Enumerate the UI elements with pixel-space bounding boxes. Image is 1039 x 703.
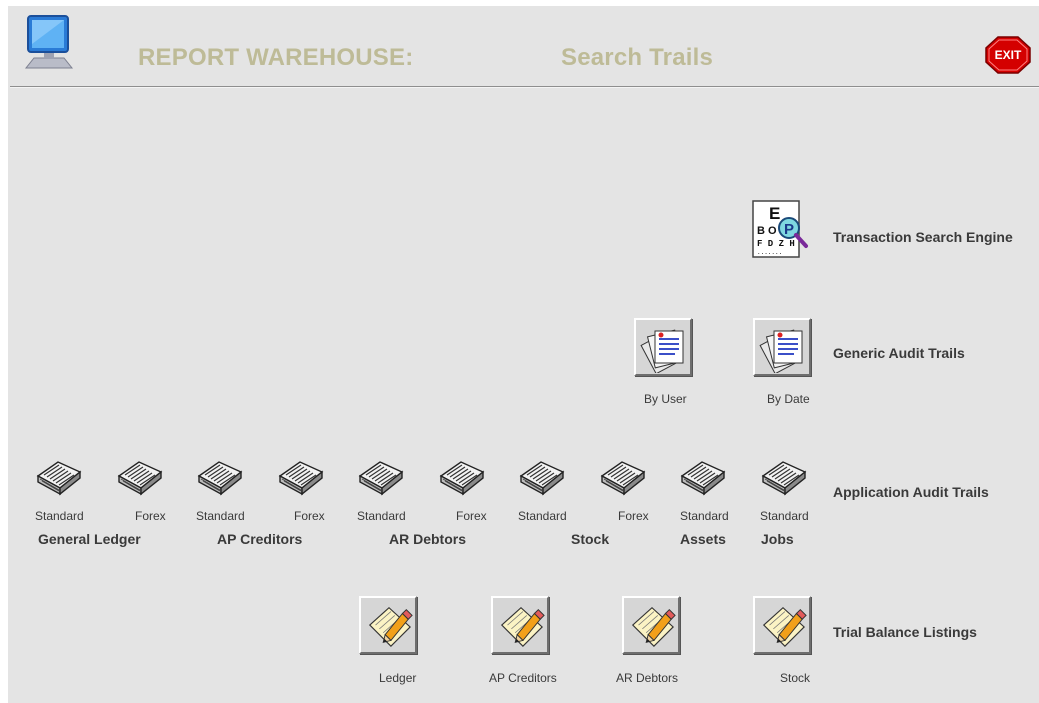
newspaper-icon — [520, 461, 564, 495]
by-date-label: By Date — [767, 392, 810, 406]
ap-standard-label: Standard — [196, 509, 245, 523]
newspaper-icon — [762, 461, 806, 495]
assets-standard-label: Standard — [680, 509, 729, 523]
group-jobs: Jobs — [761, 531, 794, 547]
group-assets: Assets — [680, 531, 726, 547]
newspaper-icon — [681, 461, 725, 495]
application-audit-trails-label: Application Audit Trails — [833, 484, 989, 500]
ar-standard-button[interactable] — [356, 454, 406, 498]
tb-ap-creditors-button[interactable] — [491, 596, 549, 654]
assets-standard-button[interactable] — [678, 454, 728, 498]
newspaper-icon — [359, 461, 403, 495]
svg-text:F D Z H: F D Z H — [757, 239, 795, 249]
group-ar-debtors: AR Debtors — [389, 531, 467, 547]
by-date-button[interactable] — [753, 318, 811, 376]
newspaper-icon — [440, 461, 484, 495]
audit-pages-icon — [759, 329, 803, 373]
pencil-paper-icon — [763, 607, 807, 647]
ap-forex-button[interactable] — [276, 454, 326, 498]
stock-standard-button[interactable] — [517, 454, 567, 498]
newspaper-icon — [198, 461, 242, 495]
gl-standard-label: Standard — [35, 509, 84, 523]
group-stock: Stock — [571, 531, 610, 547]
newspaper-icon — [279, 461, 323, 495]
pencil-paper-icon — [501, 607, 545, 647]
newspaper-icon — [118, 461, 162, 495]
transaction-search-engine-label: Transaction Search Engine — [833, 229, 1013, 245]
svg-text:P: P — [784, 221, 794, 238]
trial-balance-listings-label: Trial Balance Listings — [833, 624, 977, 640]
jobs-standard-label: Standard — [760, 509, 809, 523]
svg-text:.......: ....... — [757, 249, 782, 256]
page-title: REPORT WAREHOUSE: — [138, 44, 414, 71]
gl-forex-button[interactable] — [115, 454, 165, 498]
ar-forex-label: Forex — [456, 509, 487, 523]
stock-forex-label: Forex — [618, 509, 649, 523]
pencil-paper-icon — [632, 607, 676, 647]
pencil-paper-icon — [369, 607, 413, 647]
svg-text:B O: B O — [757, 225, 777, 237]
jobs-standard-button[interactable] — [759, 454, 809, 498]
by-user-button[interactable] — [634, 318, 692, 376]
ar-forex-button[interactable] — [437, 454, 487, 498]
tb-stock-label: Stock — [780, 671, 811, 685]
ap-standard-button[interactable] — [195, 454, 245, 498]
page-subtitle: Search Trails — [561, 44, 714, 71]
exit-button[interactable]: EXIT — [985, 36, 1031, 74]
generic-audit-trails-label: Generic Audit Trails — [833, 345, 965, 361]
stock-forex-button[interactable] — [598, 454, 648, 498]
tb-ap-creditors-label: AP Creditors — [489, 671, 557, 685]
stock-standard-label: Standard — [518, 509, 567, 523]
tb-ledger-button[interactable] — [359, 596, 417, 654]
exit-label: EXIT — [994, 48, 1022, 62]
tb-ar-debtors-button[interactable] — [622, 596, 680, 654]
eye-chart-magnifier-icon: E B O F D Z H ....... P — [752, 200, 808, 258]
audit-pages-icon — [640, 329, 684, 373]
tb-ar-debtors-label: AR Debtors — [616, 671, 679, 685]
report-warehouse-window: REPORT WAREHOUSE: Search Trails EXIT E B… — [8, 6, 1039, 703]
group-general-ledger: General Ledger — [38, 531, 141, 547]
ap-forex-label: Forex — [294, 509, 325, 523]
group-ap-creditors: AP Creditors — [217, 531, 303, 547]
tb-ledger-label: Ledger — [379, 671, 417, 685]
header-divider — [10, 86, 1039, 88]
gl-forex-label: Forex — [135, 509, 166, 523]
svg-text:E: E — [769, 204, 780, 223]
computer-monitor-icon — [20, 14, 78, 70]
transaction-search-engine-button[interactable]: E B O F D Z H ....... P — [752, 200, 810, 260]
newspaper-icon — [601, 461, 645, 495]
tb-stock-button[interactable] — [753, 596, 811, 654]
newspaper-icon — [37, 461, 81, 495]
ar-standard-label: Standard — [357, 509, 406, 523]
gl-standard-button[interactable] — [34, 454, 84, 498]
by-user-label: By User — [644, 392, 687, 406]
